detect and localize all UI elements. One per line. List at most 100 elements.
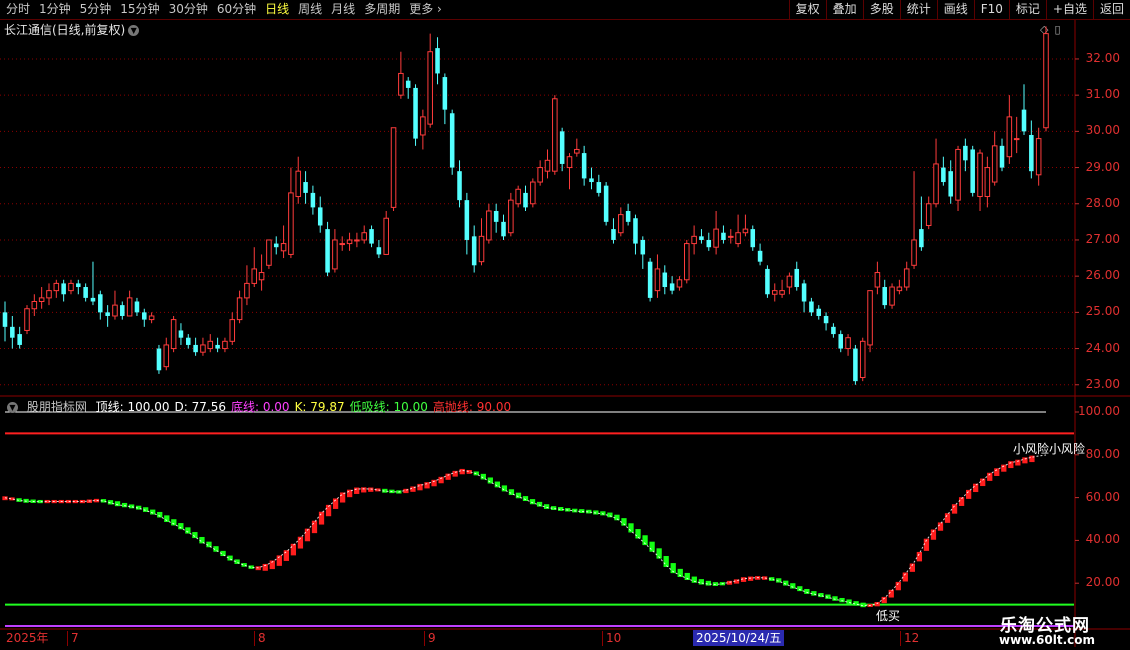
candle-body <box>2 312 8 327</box>
candle-body <box>903 268 910 288</box>
candle-body <box>757 250 763 262</box>
candle-body <box>669 283 675 291</box>
candle-body <box>369 229 374 244</box>
price-tick-label: 32.00 <box>1085 50 1120 65</box>
candle-body <box>977 152 983 198</box>
candle-body <box>566 156 573 169</box>
candle-body <box>523 192 528 208</box>
candle-body <box>1021 109 1027 132</box>
candle-body <box>765 268 770 295</box>
indicator-menu-icon[interactable]: ▼ <box>7 402 18 413</box>
indicator-legend: ▼ 股朋指标网 顶线: 100.00 D: 77.56 底线: 0.00 K: 79.… <box>4 398 516 415</box>
candle-body <box>603 185 609 222</box>
candle-body <box>427 51 433 125</box>
candle-body <box>478 235 485 263</box>
indicator-value-1: D: 77.56 <box>174 400 226 414</box>
candle-body <box>845 337 851 350</box>
chart-canvas[interactable] <box>0 0 1130 650</box>
candle-body <box>38 297 45 303</box>
candle-body <box>809 301 814 313</box>
indicator-value-4: 低吸线: 10.00 <box>349 400 428 414</box>
indicator-name[interactable]: 股朋指标网 <box>27 400 87 414</box>
candle-body <box>317 207 323 226</box>
cursor-date: 2025/10/24/五 <box>693 630 785 646</box>
candle-body <box>339 243 345 246</box>
candle-body <box>537 167 543 183</box>
candle-body <box>801 283 807 302</box>
indicator-tick-label: 100.00 <box>1078 404 1120 418</box>
candle-body <box>794 268 800 288</box>
candle-body <box>46 290 52 299</box>
candle-body <box>83 287 88 298</box>
low-buy-label: 低买 <box>876 609 901 623</box>
candle-body <box>640 239 646 255</box>
candle-body <box>1013 138 1020 141</box>
candle-body <box>215 344 220 349</box>
candle-body <box>596 182 602 193</box>
candle-body <box>963 145 968 161</box>
indicator-tick-label: 40.00 <box>1085 532 1120 547</box>
candle-body <box>288 192 294 255</box>
candle-body <box>515 188 521 205</box>
date-label: 9 <box>424 631 436 646</box>
candle-body <box>193 344 198 353</box>
candle-body <box>984 167 991 198</box>
candle-body <box>398 72 404 96</box>
price-tick-label: 26.00 <box>1085 268 1120 283</box>
candle-body <box>721 232 726 240</box>
candle-body <box>325 229 330 273</box>
candle-body <box>831 326 836 335</box>
candle-body <box>581 153 587 179</box>
candle-body <box>786 275 793 288</box>
date-label: 10 <box>602 631 621 646</box>
date-label: 2025年 <box>6 631 49 645</box>
candle-body <box>68 282 74 292</box>
candle-body <box>207 340 214 350</box>
indicator-value-2: 底线: 0.00 <box>230 400 290 414</box>
candle-body <box>735 232 741 245</box>
candle-body <box>618 214 624 234</box>
indicator-value-3: K: 79.87 <box>294 400 345 414</box>
candle-body <box>889 286 895 306</box>
candle-body <box>867 290 873 346</box>
candle-body <box>332 239 338 270</box>
candle-body <box>544 159 551 172</box>
candle-body <box>999 145 1005 168</box>
candle-body <box>405 80 411 88</box>
candle-body <box>838 334 844 349</box>
date-axis: 2025年 7 8 9 10 12 <box>0 631 1076 647</box>
candle-body <box>955 148 961 201</box>
candle-body <box>611 229 616 240</box>
candle-body <box>413 87 418 139</box>
candle-body <box>61 283 66 295</box>
indicator-value-5: 高抛线: 90.00 <box>432 400 512 414</box>
indicator-values: 顶线: 100.00 D: 77.56 底线: 0.00 K: 79.87 低吸线: 1… <box>96 400 516 414</box>
price-tick-label: 29.00 <box>1085 159 1120 174</box>
candle-body <box>1006 116 1013 158</box>
k-line <box>4 454 1047 607</box>
price-tick-label: 25.00 <box>1085 304 1120 319</box>
candle-body <box>273 243 279 248</box>
candle-body <box>896 286 903 292</box>
candle-body <box>310 192 316 208</box>
candle-body <box>1035 138 1042 176</box>
candle-body <box>919 229 924 248</box>
candle-body <box>105 312 110 316</box>
candle-body <box>501 221 506 237</box>
high-risk-label: 小风险小风险 <box>1013 442 1086 456</box>
date-label: 7 <box>67 631 79 646</box>
candle-body <box>633 218 638 244</box>
price-tick-label: 24.00 <box>1085 340 1120 355</box>
candle-body <box>126 297 133 317</box>
candle-body <box>911 239 917 266</box>
candle-body <box>31 301 38 310</box>
candle-body <box>178 330 184 338</box>
candle-body <box>170 319 177 350</box>
candle-body <box>24 308 30 331</box>
candle-body <box>676 279 683 288</box>
candle-body <box>120 305 125 316</box>
candle-body <box>76 283 81 288</box>
candle-body <box>750 229 756 248</box>
candle-body <box>493 211 499 222</box>
candle-body <box>699 236 704 240</box>
